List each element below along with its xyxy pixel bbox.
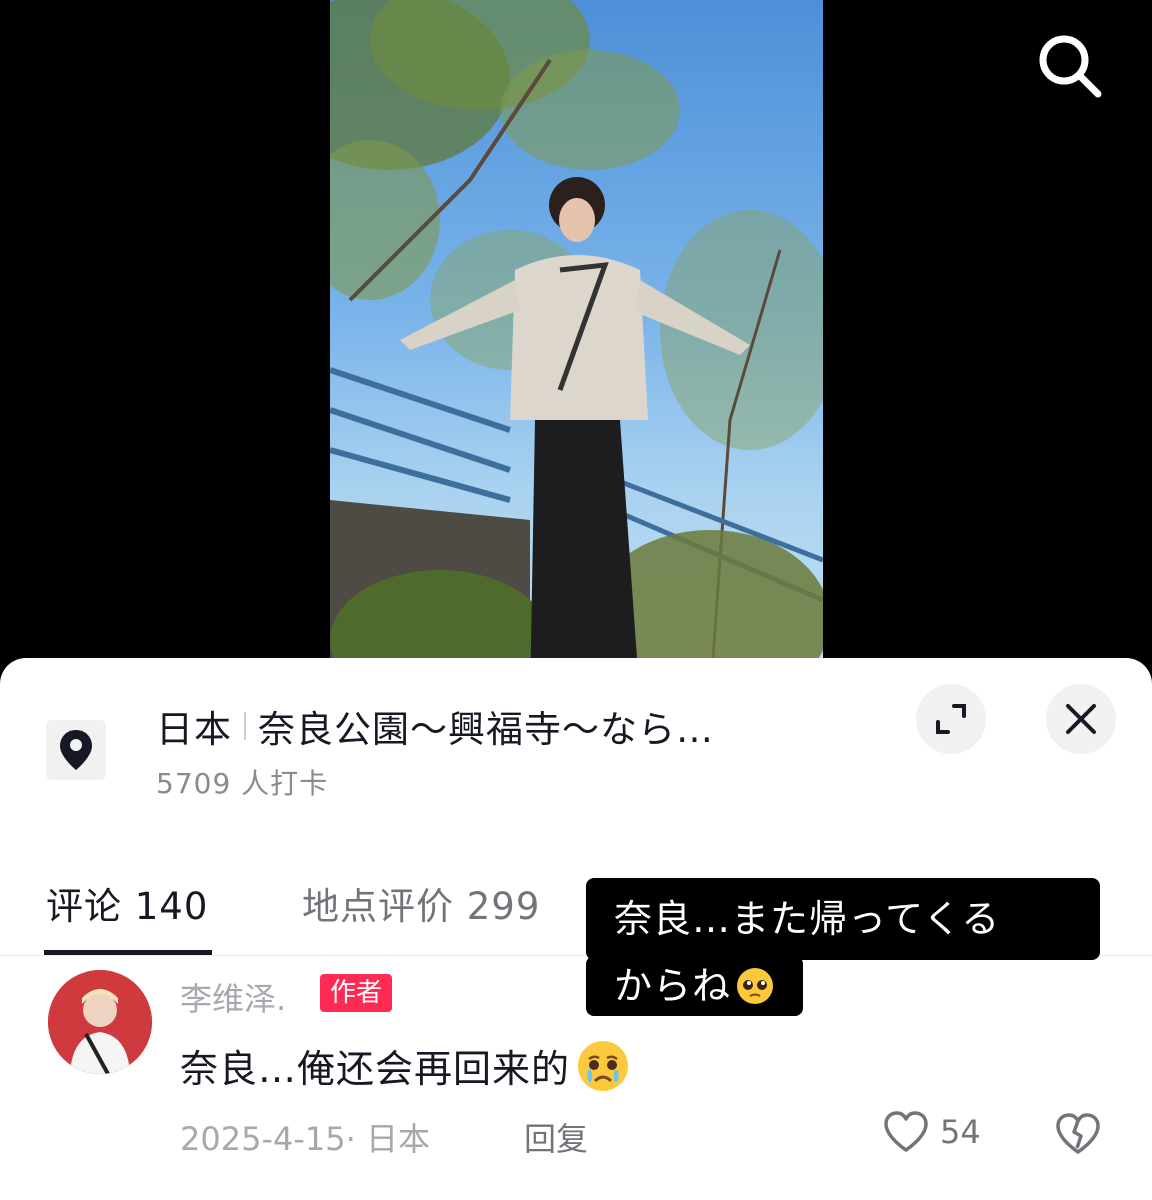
close-button[interactable] bbox=[1046, 684, 1116, 754]
video-frame[interactable] bbox=[330, 0, 823, 700]
reply-button[interactable]: 回复 bbox=[524, 1114, 588, 1160]
search-button[interactable] bbox=[1032, 28, 1104, 100]
caption-line-2: からね bbox=[586, 956, 804, 1016]
tab-comments[interactable]: 评论 140 bbox=[46, 876, 208, 930]
broken-heart-icon bbox=[1056, 1113, 1100, 1154]
video-thumbnail-image bbox=[330, 0, 823, 700]
location-title[interactable]: 日本 奈良公園～興福寺～なら… bbox=[156, 700, 714, 752]
search-icon bbox=[1039, 35, 1102, 98]
location-pin-icon bbox=[60, 730, 92, 770]
crying-face-emoji bbox=[578, 1040, 629, 1091]
comment-date-location: 2025-4-15· 日本 bbox=[180, 1120, 430, 1158]
pleading-face-emoji bbox=[737, 968, 774, 1004]
comment-body: 奈良…俺还会再回来的 bbox=[180, 1038, 630, 1093]
expand-icon bbox=[936, 704, 966, 734]
author-badge: 作者 bbox=[320, 974, 393, 1012]
caption-line-1: 奈良…また帰ってくる bbox=[586, 878, 1100, 960]
location-place: 奈良公園～興福寺～なら… bbox=[258, 708, 714, 751]
comment-text: 奈良…俺还会再回来的 bbox=[180, 1047, 571, 1091]
caption-line-2-text: からね bbox=[614, 964, 732, 1008]
location-icon-box bbox=[46, 720, 106, 780]
location-country: 日本 bbox=[156, 708, 232, 751]
close-icon bbox=[1066, 704, 1096, 734]
dislike-button[interactable] bbox=[1054, 1112, 1102, 1160]
video-player[interactable] bbox=[0, 0, 1152, 700]
heart-icon bbox=[884, 1111, 928, 1152]
avatar-image bbox=[48, 970, 152, 1074]
avatar[interactable] bbox=[48, 970, 152, 1074]
tab-location-reviews[interactable]: 地点评价 299 bbox=[302, 876, 540, 930]
like-count: 54 bbox=[940, 1113, 981, 1151]
like-button[interactable]: 54 bbox=[882, 1110, 981, 1154]
expand-button[interactable] bbox=[916, 684, 986, 754]
comment-username[interactable]: 李维泽. bbox=[180, 974, 286, 1020]
checkin-count: 5709 人打卡 bbox=[156, 767, 329, 800]
title-separator bbox=[244, 712, 246, 740]
